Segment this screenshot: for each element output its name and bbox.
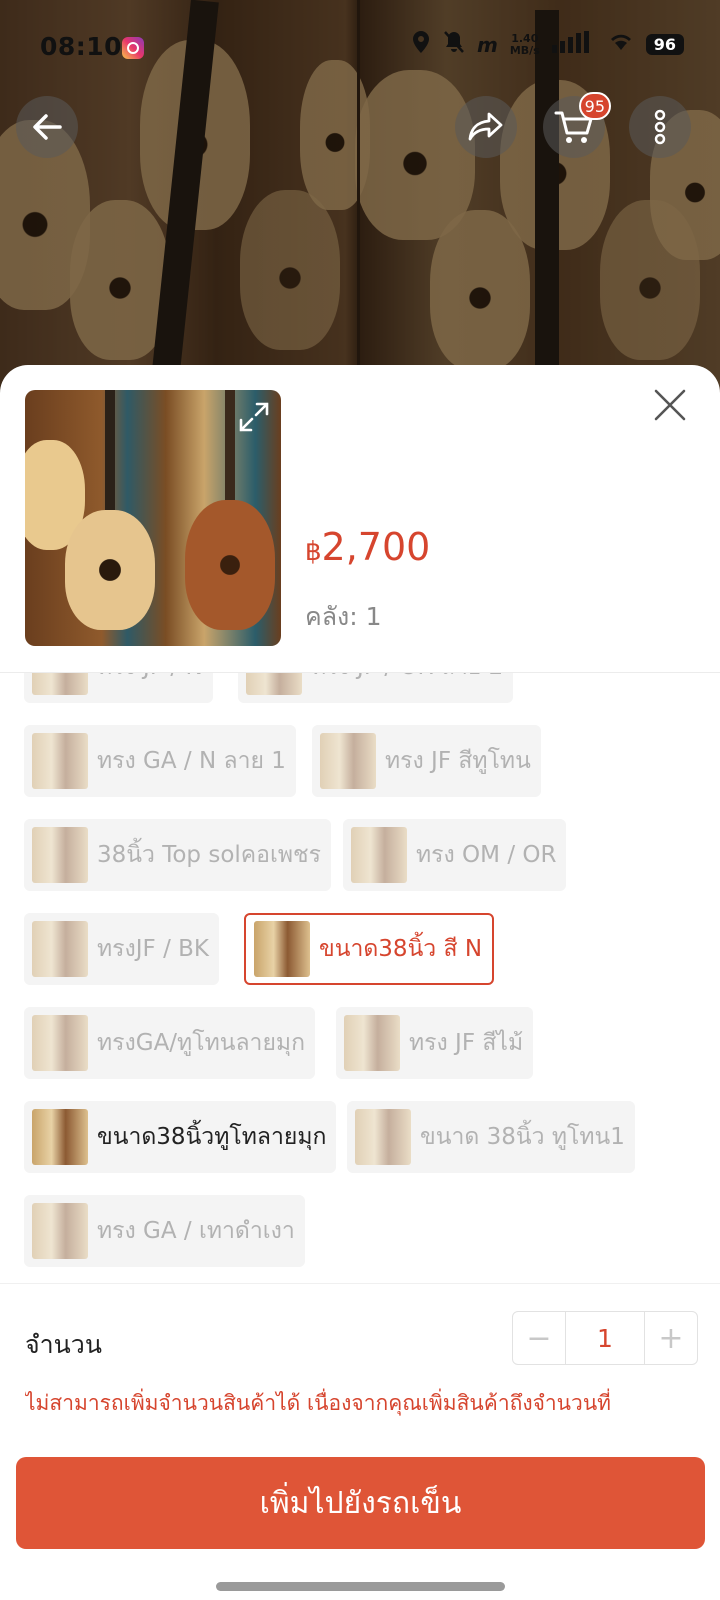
- variant-option[interactable]: ทรง JF / N: [24, 673, 213, 703]
- variant-option[interactable]: ทรง JF สีไม้: [336, 1007, 534, 1079]
- quantity-stepper[interactable]: − 1 +: [512, 1311, 698, 1365]
- stock-count: คลัง: 1: [305, 602, 382, 631]
- variant-label: ทรง OM / OR: [416, 842, 557, 868]
- variant-label: ทรงJF / BK: [97, 936, 209, 962]
- variant-option[interactable]: ขนาด38นิ้วทูโทลายมุก: [24, 1101, 337, 1173]
- add-to-cart-button[interactable]: เพิ่มไปยังรถเข็น: [16, 1457, 705, 1549]
- quantity-input[interactable]: 1: [565, 1312, 645, 1364]
- variant-thumbnail: [320, 733, 376, 789]
- divider: [0, 1283, 720, 1284]
- variant-thumbnail: [351, 827, 407, 883]
- expand-icon[interactable]: [237, 400, 271, 434]
- increase-quantity-button[interactable]: +: [645, 1312, 697, 1364]
- variant-label: ทรง JF สีไม้: [409, 1030, 524, 1056]
- instagram-notification-icon: [122, 37, 144, 59]
- variant-option[interactable]: ทรง JF สีทูโทน: [312, 725, 541, 797]
- share-arrow-icon: [468, 112, 503, 141]
- variant-option[interactable]: ทรง GA / N ลาย 1: [24, 725, 296, 797]
- variant-label: ทรงGA/ทูโทนลายมุก: [97, 1030, 306, 1056]
- variant-thumbnail: [32, 1015, 88, 1071]
- variant-thumbnail: [32, 921, 88, 977]
- variant-options-list[interactable]: ทรง JF / N ทรง JF / OR ลาย 2 ทรง GA / N …: [0, 673, 720, 1283]
- network-speed: 1.40 MB/s: [509, 32, 540, 57]
- variant-option[interactable]: ทรง JF / OR ลาย 2: [238, 673, 514, 703]
- variant-label: ทรง JF สีทูโทน: [385, 748, 531, 774]
- cart-button[interactable]: 95: [543, 92, 611, 158]
- more-vertical-icon: [654, 109, 666, 145]
- quantity-limit-warning: ไม่สามารถเพิ่มจำนวนสินค้าได้ เนื่องจากคุ…: [25, 1391, 612, 1415]
- variant-label: ทรง JF / N: [97, 673, 203, 685]
- variant-label: 38นิ้ว Top solคอเพชร: [97, 842, 321, 868]
- variant-thumbnail: [254, 921, 310, 977]
- variant-thumbnail: [355, 1109, 411, 1165]
- mute-bell-icon: [443, 30, 465, 59]
- status-time: 08:10: [40, 32, 123, 61]
- status-bar: 08:10 m 1.40 MB/s 96: [40, 30, 684, 66]
- variant-label: ขนาด38นิ้วทูโทลายมุก: [97, 1124, 327, 1150]
- battery-indicator: 96: [645, 34, 684, 55]
- currency-symbol: ฿: [305, 537, 322, 567]
- variant-thumbnail: [32, 827, 88, 883]
- variant-thumbnail: [32, 1203, 88, 1259]
- arrow-left-icon: [33, 114, 62, 140]
- product-thumbnail[interactable]: [25, 390, 281, 646]
- more-options-button[interactable]: [629, 96, 691, 158]
- location-icon: [411, 30, 431, 59]
- wifi-icon: [608, 32, 634, 57]
- variant-option[interactable]: ขนาด 38นิ้ว ทูโทน1: [347, 1101, 635, 1173]
- variant-thumbnail: [32, 733, 88, 789]
- app-m-icon: m: [476, 32, 498, 57]
- variant-thumbnail: [246, 673, 302, 695]
- variant-option[interactable]: ทรง GA / เทาดำเงา: [24, 1195, 305, 1267]
- variant-option[interactable]: ทรงJF / BK: [24, 913, 219, 985]
- variant-selection-sheet: ฿2,700 คลัง: 1 ทรง JF / N ทรง JF / OR ลา…: [0, 365, 720, 1600]
- variant-label: ทรง GA / N ลาย 1: [97, 748, 286, 774]
- network-speed-unit: MB/s: [509, 43, 540, 57]
- cart-count-badge: 95: [578, 92, 611, 120]
- share-button[interactable]: [455, 96, 517, 158]
- variant-option[interactable]: 38นิ้ว Top solคอเพชร: [24, 819, 331, 891]
- home-indicator[interactable]: [216, 1582, 505, 1591]
- variant-label: ขนาด38นิ้ว สี N: [319, 936, 483, 962]
- close-icon[interactable]: [650, 385, 690, 425]
- variant-option-selected[interactable]: ขนาด38นิ้ว สี N: [244, 913, 495, 985]
- variant-option[interactable]: ทรง OM / OR: [343, 819, 567, 891]
- variant-thumbnail: [32, 1109, 88, 1165]
- decrease-quantity-button[interactable]: −: [513, 1312, 565, 1364]
- quantity-label: จำนวน: [25, 1330, 102, 1359]
- back-button[interactable]: [16, 96, 78, 158]
- price-value: 2,700: [321, 525, 431, 569]
- variant-label: ทรง JF / OR ลาย 2: [311, 673, 503, 685]
- variant-label: ทรง GA / เทาดำเงา: [97, 1218, 295, 1244]
- signal-icon: [551, 31, 596, 58]
- variant-thumbnail: [344, 1015, 400, 1071]
- variant-thumbnail: [32, 673, 88, 695]
- variant-option[interactable]: ทรงGA/ทูโทนลายมุก: [24, 1007, 316, 1079]
- variant-label: ขนาด 38นิ้ว ทูโทน1: [420, 1124, 625, 1150]
- product-price: ฿2,700: [305, 525, 430, 569]
